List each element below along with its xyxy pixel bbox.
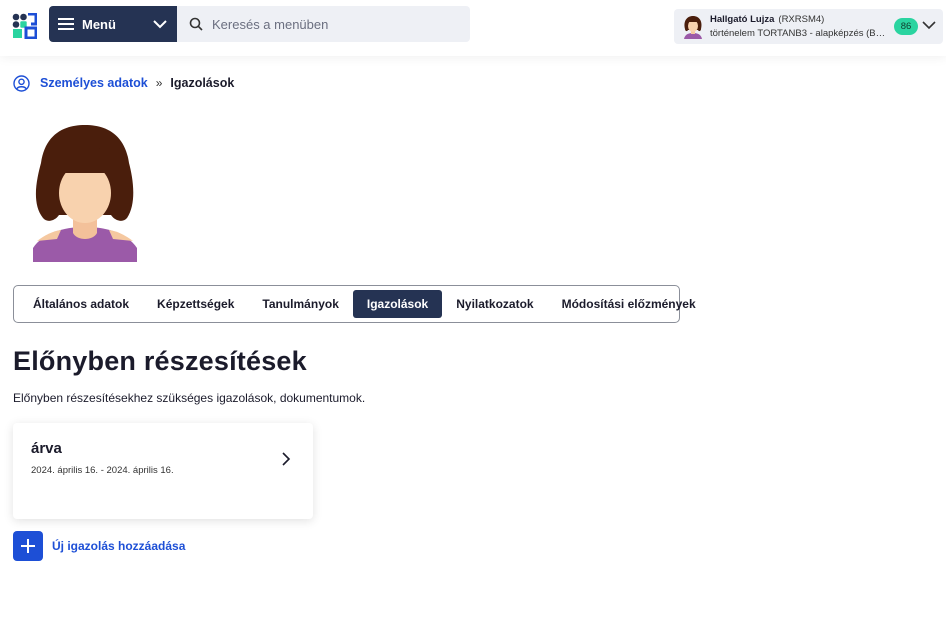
user-code: (RXRSM4)	[778, 14, 825, 25]
chevron-down-icon	[153, 19, 167, 28]
tab-general-data[interactable]: Általános adatok	[19, 290, 143, 318]
user-name: Hallgató Lujza (RXRSM4)	[710, 14, 824, 25]
add-certificate-link[interactable]: Új igazolás hozzáadása	[52, 539, 185, 553]
menu-search	[177, 6, 470, 42]
neptun-logo-icon[interactable]	[12, 13, 37, 39]
menu-label: Menü	[82, 16, 116, 32]
user-profile-selector[interactable]: Hallgató Lujza (RXRSM4) történelem TORTAN…	[674, 9, 943, 44]
profile-tabs: Általános adatok Képzettségek Tanulmányo…	[13, 285, 696, 323]
breadcrumb-link-personal-data[interactable]: Személyes adatok	[40, 76, 148, 90]
tab-change-history[interactable]: Módosítási előzmények	[548, 290, 710, 318]
menu-button[interactable]: Menü	[49, 6, 177, 42]
top-header: Menü Hallgató Lujza(RXRSM4) történelem T…	[0, 0, 946, 56]
breadcrumb-separator: »	[155, 76, 163, 90]
card-title: árva	[31, 440, 62, 457]
chevron-down-icon	[922, 21, 936, 30]
preference-card[interactable]: árva 2024. április 16. - 2024. április 1…	[13, 423, 313, 519]
breadcrumb-current: Igazolások	[170, 76, 235, 90]
card-date-range: 2024. április 16. - 2024. április 16.	[31, 465, 174, 476]
search-icon	[189, 17, 203, 31]
add-certificate-button[interactable]	[13, 531, 43, 561]
plus-icon	[21, 539, 35, 553]
tab-declarations[interactable]: Nyilatkozatok	[442, 290, 547, 318]
user-name-text: Hallgató Lujza	[710, 14, 775, 25]
profile-picture-avatar	[33, 125, 137, 262]
hamburger-icon	[58, 18, 74, 30]
section-description: Előnyben részesítésekhez szükséges igazo…	[13, 391, 366, 405]
chevron-right-icon	[282, 452, 291, 466]
user-avatar-icon	[684, 16, 702, 39]
tab-certificates[interactable]: Igazolások	[352, 290, 443, 318]
section-title: Előnyben részesítések	[13, 346, 307, 376]
user-badge: 86	[894, 18, 918, 35]
breadcrumb: Személyes adatok » Igazolások	[13, 74, 234, 92]
user-circle-icon	[13, 74, 30, 92]
tab-qualifications[interactable]: Képzettségek	[143, 290, 248, 318]
search-input[interactable]	[212, 16, 452, 32]
user-program: történelem TORTANB3 - alapképzés (BA/...	[710, 28, 886, 39]
tab-studies[interactable]: Tanulmányok	[248, 290, 352, 318]
